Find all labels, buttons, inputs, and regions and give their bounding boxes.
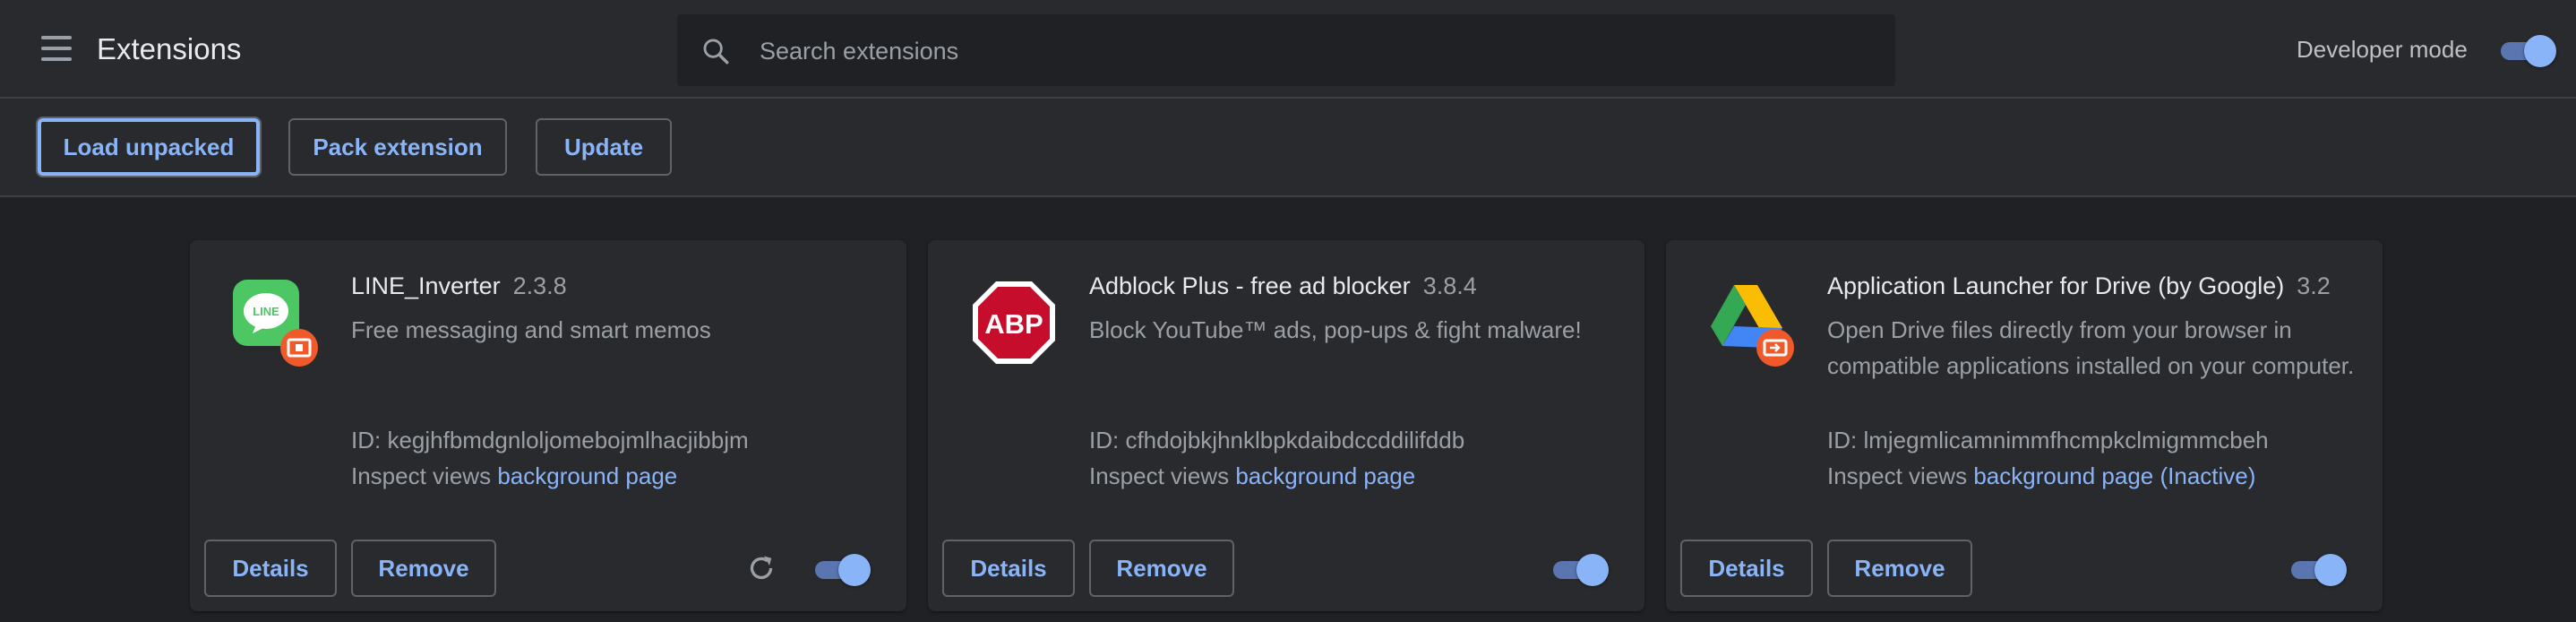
extension-id: ID: lmjegmlicamnimmfhcmpkclmigmmcbeh — [1827, 427, 2269, 454]
remove-button[interactable]: Remove — [1827, 540, 1972, 597]
abp-logo-text: ABP — [984, 308, 1043, 340]
extension-card: Application Launcher for Drive (by Googl… — [1666, 240, 2383, 611]
inspect-views-label: Inspect views — [1827, 462, 1968, 489]
background-page-link[interactable]: background page — [497, 462, 677, 489]
load-unpacked-button[interactable]: Load unpacked — [38, 118, 260, 176]
line-logo-text: LINE — [253, 305, 279, 318]
update-button[interactable]: Update — [536, 118, 672, 176]
extension-enable-toggle[interactable] — [811, 550, 871, 586]
remove-button[interactable]: Remove — [351, 540, 496, 597]
search-icon — [703, 39, 729, 65]
page-title: Extensions — [97, 32, 242, 65]
google-drive-icon — [1707, 278, 1797, 367]
top-bar: Extensions Developer mode — [0, 0, 2576, 99]
remove-button[interactable]: Remove — [1089, 540, 1234, 597]
extension-card: LINE LINE_Inverter 2.3.8 Free messaging a… — [190, 240, 906, 611]
extension-name: LINE_Inverter — [351, 272, 501, 299]
extension-version: 3.8.4 — [1422, 272, 1477, 299]
details-button[interactable]: Details — [1680, 540, 1813, 597]
extension-description: Free messaging and smart memos — [351, 316, 711, 343]
extension-version: 3.2 — [2297, 272, 2331, 299]
reload-icon[interactable] — [745, 552, 777, 584]
extension-description: Block YouTube™ ads, pop-ups & fight malw… — [1089, 316, 1582, 343]
inspect-views-label: Inspect views — [1089, 462, 1230, 489]
pack-extension-button[interactable]: Pack extension — [288, 118, 507, 176]
details-button[interactable]: Details — [204, 540, 337, 597]
extension-name: Application Launcher for Drive (by Googl… — [1827, 272, 2285, 299]
search-box[interactable] — [677, 14, 1895, 88]
inspect-views-label: Inspect views — [351, 462, 492, 489]
extension-version: 2.3.8 — [512, 272, 567, 299]
details-button[interactable]: Details — [942, 540, 1075, 597]
inspect-views: Inspect views background page (Inactive) — [1827, 462, 2255, 490]
line-app-icon: LINE — [231, 278, 321, 367]
developer-mode-toggle[interactable] — [2497, 31, 2556, 67]
developer-toolbar: Load unpacked Pack extension Update — [0, 99, 2576, 197]
inspect-views: Inspect views background page — [351, 462, 677, 490]
inspect-views: Inspect views background page — [1089, 462, 1415, 490]
extension-id: ID: cfhdojbkjhnklbpkdaibdccddilifddb — [1089, 427, 1465, 454]
extension-description: Open Drive files directly from your brow… — [1827, 316, 2355, 379]
extension-name: Adblock Plus - free ad blocker — [1089, 272, 1411, 299]
developer-mode-label: Developer mode — [2297, 36, 2468, 63]
extension-card: ABP Adblock Plus - free ad blocker 3.8.4 … — [928, 240, 1644, 611]
search-input[interactable] — [758, 14, 1872, 88]
extension-enable-toggle[interactable] — [2288, 550, 2347, 586]
background-page-link[interactable]: background page — [1235, 462, 1415, 489]
abp-icon: ABP — [969, 278, 1059, 367]
extension-enable-toggle[interactable] — [1550, 550, 1609, 586]
background-page-link[interactable]: background page (Inactive) — [1973, 462, 2255, 489]
extension-id: ID: kegjhfbmdgnloljomebojmlhacjibbjm — [351, 427, 749, 454]
menu-icon[interactable] — [41, 36, 72, 63]
